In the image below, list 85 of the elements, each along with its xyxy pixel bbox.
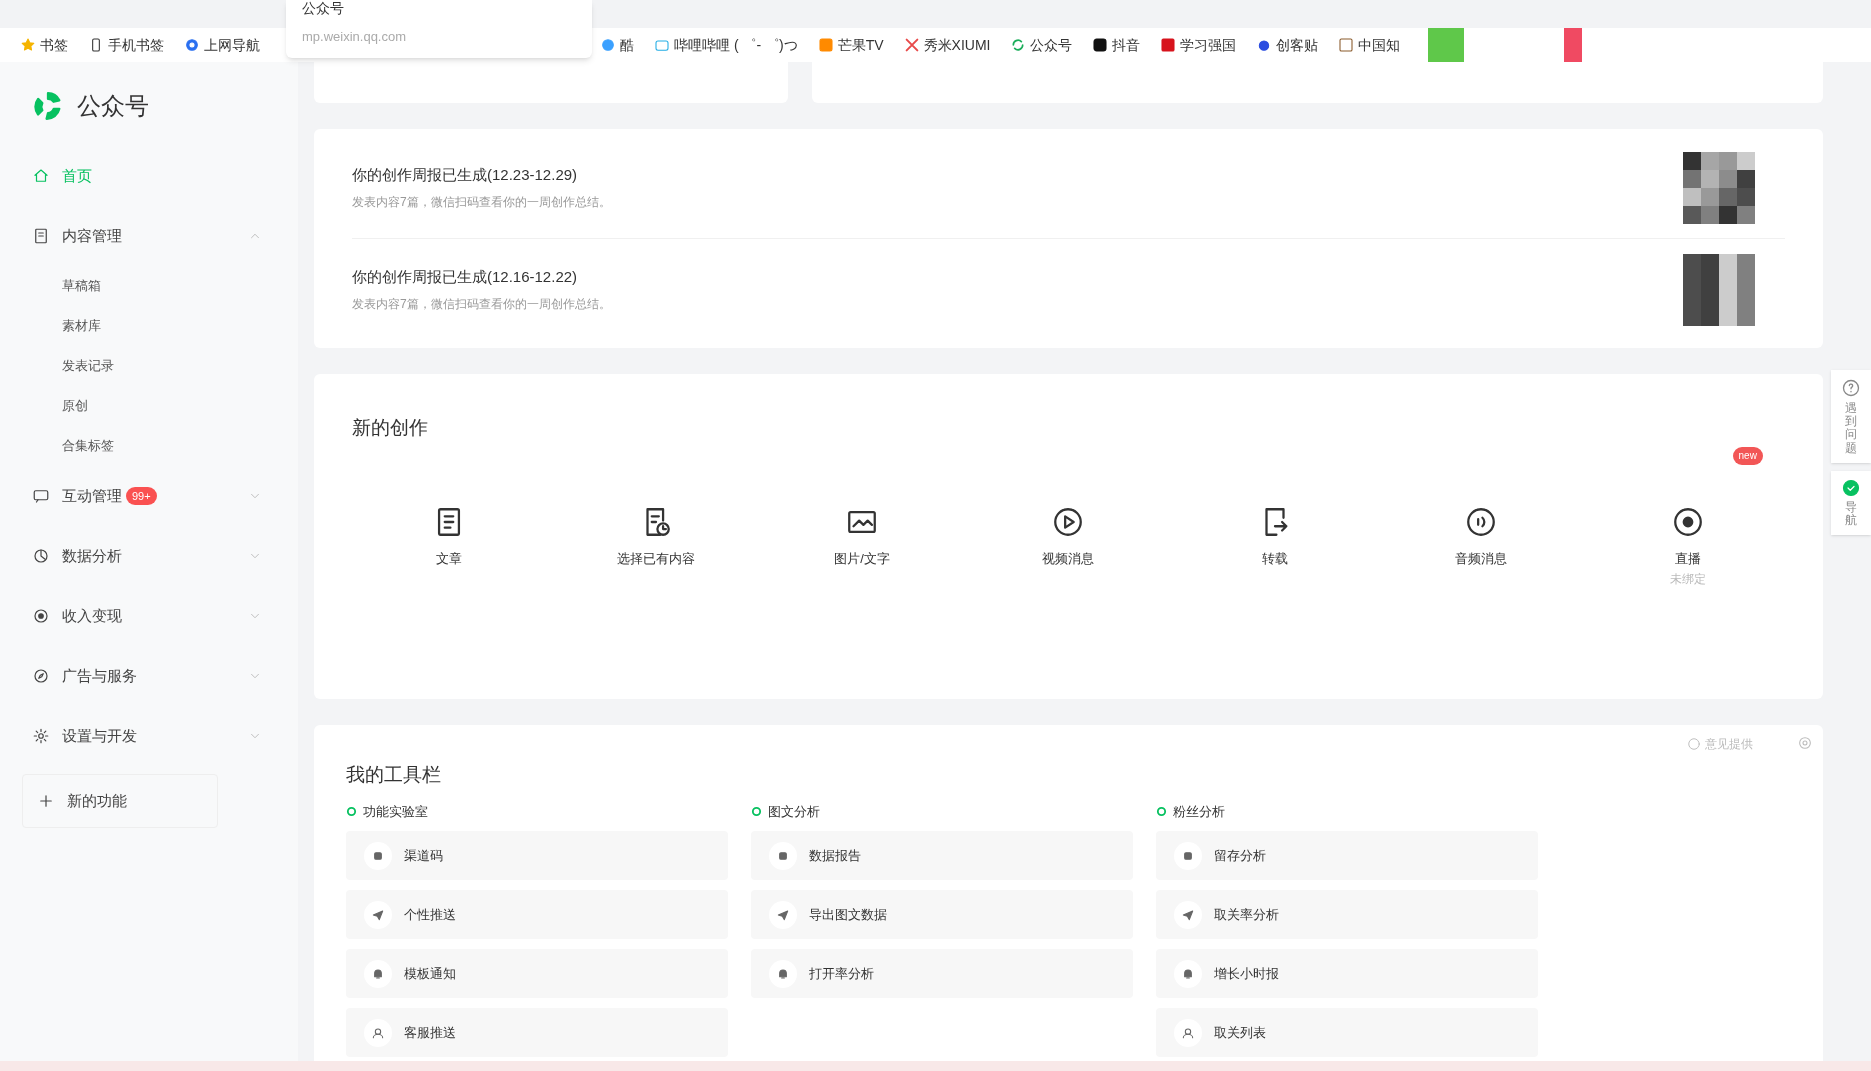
nav-item[interactable]: 设置与开发 [24,706,274,766]
nav-icon [32,727,50,745]
create-option[interactable]: 音频消息 [1378,504,1585,588]
bookmark-link[interactable]: 创客贴 [1256,34,1319,56]
bookmark-link[interactable]: 抖音 [1092,34,1141,56]
bookmark-link[interactable]: 芒果TV [817,34,884,56]
group-title: 粉丝分析 [1173,802,1225,821]
bookmark-icon [184,37,200,53]
nav-subitem[interactable]: 草稿箱 [24,266,274,306]
bookmark-icon [903,37,920,53]
group-title: 功能实验室 [363,802,428,821]
help-button[interactable]: 遇到问题 [1831,370,1871,463]
bookmark-link[interactable]: 手机书签 [88,34,164,56]
nav-icon [32,227,50,245]
suggestion-title: 公众号 [302,0,345,18]
app-icon[interactable] [1564,28,1583,62]
status-note: 未绑定 [1669,571,1706,588]
report-title: 你的创作周报已生成(12.16-12.22) [352,267,579,288]
bookmark-link[interactable]: 秀米XIUMI [903,34,991,56]
url-suggestion-popup[interactable]: 公众号 mp.weixin.qq.com [286,0,592,58]
nav-item[interactable]: 收入变现 [24,586,274,646]
tool-item[interactable]: 取关列表 [1156,1008,1538,1057]
nav-item[interactable]: 互动管理 99+ [24,466,274,526]
question-icon [1841,378,1861,398]
tool-item[interactable]: 模板通知 [346,949,728,998]
plus-icon [37,792,55,810]
bookmark-icon [1160,37,1177,53]
bookmark-link[interactable]: 上网导航 [184,34,260,56]
nav-subitem[interactable]: 原创 [24,386,274,426]
nav-icon [32,167,50,185]
create-option[interactable]: 文章 [346,504,553,588]
bookmark-icon [817,37,834,53]
nav-subitem[interactable]: 素材库 [24,306,274,346]
group-title: 图文分析 [768,802,820,821]
new-features-button[interactable]: 新的功能 [22,774,218,828]
bookmark-icon [20,37,36,53]
bookmark-link[interactable]: 书签 [20,34,68,56]
report-title: 你的创作周报已生成(12.23-12.29) [352,165,579,186]
bookmark-icon [654,37,670,53]
nav-item[interactable]: 广告与服务 [24,646,274,706]
tool-item[interactable]: 数据报告 [751,831,1133,880]
report-description: 发表内容7篇，微信扫码查看你的一周创作总结。 [352,295,611,313]
tool-item[interactable]: 增长小时报 [1156,949,1538,998]
bookmark-icon [600,37,616,53]
tool-item[interactable]: 个性推送 [346,890,728,939]
suggestion-url: mp.weixin.qq.com [302,28,408,46]
tool-item[interactable]: 渠道码 [346,831,728,880]
count-badge: 99+ [126,487,157,505]
create-option[interactable]: 转载 [1171,504,1379,588]
tool-item[interactable]: 打开率分析 [751,949,1133,998]
nav-icon [32,487,50,505]
bookmark-link[interactable]: 酷 [600,34,634,56]
tool-item[interactable]: 客服推送 [346,1008,728,1057]
section-title: 新的创作 [352,416,429,440]
settings-icon [1797,735,1813,751]
bookmark-link[interactable]: 学习强国 [1160,34,1237,56]
nav-icon [32,607,50,625]
help-button[interactable]: 导航 [1831,470,1871,536]
circle-icon [751,805,762,817]
new-badge: new [1732,446,1763,465]
nav-subitem[interactable]: 合集标签 [24,426,274,466]
logo-text: 公众号 [77,91,149,121]
create-option[interactable]: 图片/文字 [758,504,966,588]
section-title: 我的工具栏 [346,763,442,787]
bookmark-icon [1092,37,1109,53]
nav-icon [32,547,50,565]
bookmark-link[interactable]: 中国知 [1338,34,1401,56]
bookmark-link[interactable]: 公众号 [1010,34,1073,56]
tool-item[interactable]: 留存分析 [1156,831,1538,880]
check-icon [1842,478,1860,497]
bookmark-icon [1338,37,1355,53]
nav-icon [32,667,50,685]
app-icon[interactable] [1428,28,1465,62]
tool-item[interactable]: 导出图文数据 [751,890,1133,939]
report-description: 发表内容7篇，微信扫码查看你的一周创作总结。 [352,193,611,211]
feedback-icon [1687,737,1701,751]
nav-item[interactable]: 内容管理 [24,206,274,266]
circle-icon [1156,805,1167,817]
create-option[interactable]: 视频消息 [965,504,1172,588]
circle-icon [346,805,357,817]
bookmark-link[interactable]: 哔哩哔哩 ( ゜- ゜)つ [654,34,798,56]
tool-item[interactable]: 取关率分析 [1156,890,1538,939]
nav-item[interactable]: 数据分析 [24,526,274,586]
create-option[interactable]: 选择已有内容 [552,504,759,588]
nav-subitem[interactable]: 发表记录 [24,346,274,386]
